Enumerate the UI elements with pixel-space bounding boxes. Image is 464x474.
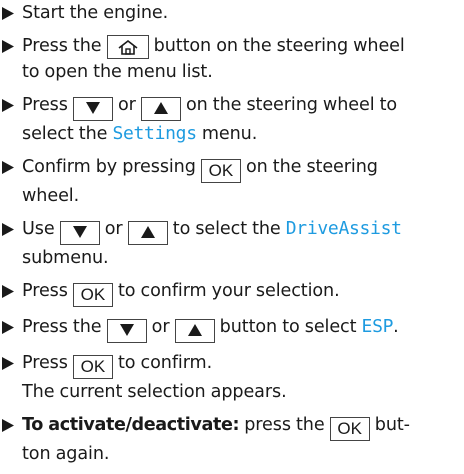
bullet-triangle-icon [2, 216, 16, 242]
down-button-key [72, 97, 113, 121]
step-text: or [104, 219, 123, 239]
step-text: to select the [172, 219, 281, 239]
step-text: to open the menu list. [22, 62, 213, 82]
step-text: on the steering wheel to [186, 95, 398, 115]
ok-button-key: OK [72, 355, 113, 379]
step-text: or [118, 95, 136, 115]
bullet-triangle-icon [2, 0, 16, 26]
step-text: but- [374, 415, 410, 435]
step-6: Press OK to confirm your selection. [0, 278, 464, 307]
step-text: Press the [22, 36, 102, 56]
step-text: menu. [201, 124, 258, 144]
step-text: button on the steering wheel [153, 36, 405, 56]
arrow-up-icon [187, 321, 202, 341]
up-button-key [140, 97, 181, 121]
step-text: . [393, 317, 399, 337]
step-8: Press OK to confirm. The current selecti… [0, 350, 464, 405]
step-text: select the [22, 124, 108, 144]
down-button-key [59, 221, 100, 245]
step-text: ton again. [22, 444, 110, 464]
step-text: Confirm by pressing [22, 157, 196, 177]
step-text: Start the engine. [22, 3, 169, 23]
bullet-triangle-icon [2, 33, 16, 59]
step-text: to confirm. [118, 353, 213, 373]
menu-name-driveassist: DriveAssist [285, 218, 402, 239]
arrow-up-icon [140, 223, 155, 243]
bullet-triangle-icon [2, 350, 16, 376]
step-text: Press [22, 353, 68, 373]
bullet-triangle-icon [2, 412, 16, 438]
ok-button-key: OK [329, 417, 370, 441]
step-text: submenu. [22, 248, 109, 268]
step-9: To activate/deactivate: press the OK but… [0, 412, 464, 467]
step-2: Press the button on the steering wheel t… [0, 33, 464, 85]
step-5: Use or to select the DriveAssist submenu… [0, 216, 464, 271]
step-text: Press [22, 95, 68, 115]
ok-button-key: OK [200, 159, 241, 183]
step-text: or [151, 317, 170, 337]
step-3: Press or on the steering wheel to select… [0, 92, 464, 147]
down-button-key [106, 319, 147, 343]
arrow-down-icon [72, 223, 87, 243]
step-text: to confirm your selection. [118, 281, 340, 301]
ok-button-key: OK [72, 283, 113, 307]
step-text: press the [244, 415, 325, 435]
menu-name-settings: Settings [112, 123, 197, 144]
up-button-key [174, 319, 215, 343]
bullet-triangle-icon [2, 278, 16, 304]
result-text: The current selection appears. [22, 382, 287, 402]
bullet-triangle-icon [2, 92, 16, 118]
step-text: button to select [219, 317, 357, 337]
bullet-triangle-icon [2, 154, 16, 180]
step-7: Press the or button to select ESP. [0, 314, 464, 343]
step-text: Press [22, 281, 68, 301]
step-text: on the steering [245, 157, 378, 177]
menu-name-esp: ESP [361, 316, 394, 337]
instruction-steps: Start the engine. Press the button on th… [0, 0, 464, 474]
step-text: wheel. [22, 186, 80, 206]
up-button-key [127, 221, 168, 245]
step-text: Press the [22, 317, 102, 337]
arrow-down-icon [119, 321, 134, 341]
home-icon [118, 40, 138, 60]
step-1: Start the engine. [0, 0, 464, 26]
step-4: Confirm by pressing OK on the steering w… [0, 154, 464, 209]
arrow-up-icon [153, 99, 168, 119]
home-button-key [106, 35, 149, 60]
step-text: Use [22, 219, 55, 239]
bullet-triangle-icon [2, 314, 16, 340]
arrow-down-icon [85, 99, 100, 119]
step-heading: To activate/deactivate: [22, 415, 240, 435]
